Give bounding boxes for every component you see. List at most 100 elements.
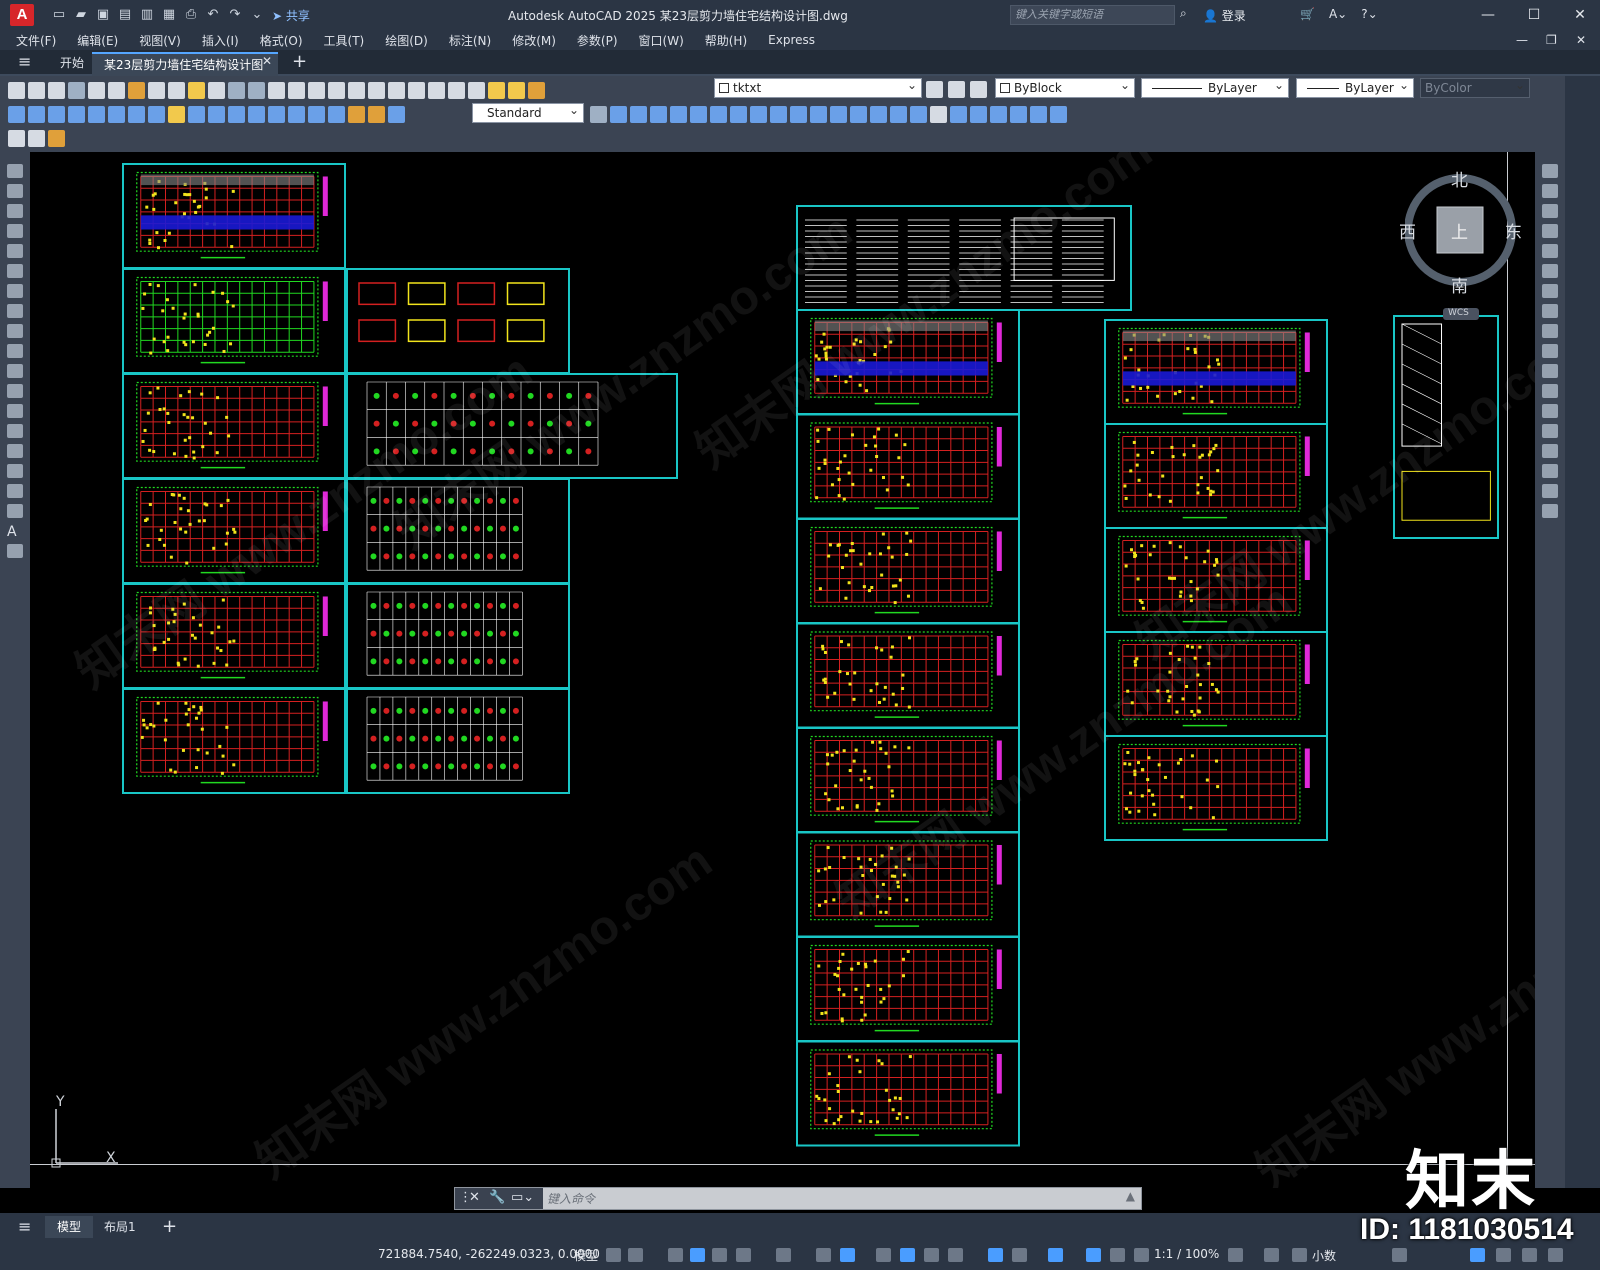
tab-model[interactable]: 模型 (45, 1216, 94, 1238)
search-input[interactable]: 键入关键字或短语 (1010, 5, 1175, 25)
command-customize-icon[interactable]: 🔧 (489, 1190, 505, 1205)
baseline-icon[interactable] (188, 105, 205, 123)
viewcube-wcs[interactable]: WCS (1448, 308, 1469, 318)
coordinates-readout[interactable]: 721884.7540, -262249.0323, 0.0000 (378, 1247, 600, 1261)
arc-length-icon[interactable] (48, 105, 65, 123)
workspace-switch-icon[interactable] (1228, 1248, 1243, 1262)
cart-icon[interactable]: 🛒 (1300, 7, 1315, 21)
zoom-realtime-icon[interactable] (288, 81, 305, 99)
chamfer-icon[interactable] (870, 105, 887, 123)
new-icon[interactable] (8, 81, 25, 99)
help-toolbar-icon[interactable] (448, 81, 465, 99)
polygon-icon[interactable] (7, 224, 23, 238)
inspection-icon[interactable] (308, 105, 325, 123)
side-mirror-icon[interactable] (1542, 204, 1558, 218)
viewcube-west[interactable]: 西 (1399, 218, 1416, 243)
isodraft-icon[interactable] (776, 1248, 791, 1262)
menu-dimension[interactable]: 标注(N) (449, 32, 491, 49)
insert-block-icon[interactable] (7, 384, 23, 398)
menu-file[interactable]: 文件(F) (16, 32, 56, 49)
rectangle-icon[interactable] (7, 244, 23, 258)
infer-constraints-icon[interactable] (668, 1248, 683, 1262)
edit-spline-icon[interactable] (1050, 105, 1067, 123)
spline-icon[interactable] (7, 324, 23, 338)
autodesk-app-icon[interactable]: A⌄ (1329, 7, 1347, 21)
annotation-scale-icon[interactable] (1134, 1248, 1149, 1262)
angular-icon[interactable] (148, 105, 165, 123)
match-properties-icon[interactable] (188, 81, 205, 99)
side-move-icon[interactable] (1542, 264, 1558, 278)
tab-document[interactable]: 某23层剪力墙住宅结构设计图* (92, 52, 278, 94)
side-join-icon[interactable] (1542, 424, 1558, 438)
undo-icon[interactable]: ↶ (204, 7, 222, 23)
continue-icon[interactable] (208, 105, 225, 123)
radius-icon[interactable] (88, 105, 105, 123)
paste-icon[interactable] (168, 81, 185, 99)
center-mark-icon[interactable] (288, 105, 305, 123)
redo-toolbar-icon[interactable] (248, 81, 265, 99)
trim-icon[interactable] (790, 105, 807, 123)
close-icon[interactable]: ✕ (1570, 5, 1590, 25)
side-extend-icon[interactable] (1542, 364, 1558, 378)
add-selected-icon[interactable] (7, 544, 23, 558)
layer-previous-icon[interactable] (948, 81, 965, 98)
doc-minimize-icon[interactable]: — (1516, 33, 1528, 47)
side-copy-icon[interactable] (1542, 184, 1558, 198)
fillet-icon[interactable] (890, 105, 907, 123)
open-web-icon[interactable]: ▥ (138, 7, 156, 23)
app-menu-button[interactable]: A (10, 4, 34, 26)
pan-icon[interactable] (268, 81, 285, 99)
menu-help[interactable]: 帮助(H) (705, 32, 747, 49)
save-as-icon[interactable]: ▤ (116, 7, 134, 23)
plot-toolbar-icon[interactable] (68, 81, 85, 99)
snap-icon[interactable] (628, 1248, 643, 1262)
plot-icon[interactable]: ⎙ (182, 7, 200, 23)
quick-properties-icon[interactable] (1392, 1248, 1407, 1262)
blend-icon[interactable] (970, 105, 987, 123)
side-erase-icon[interactable] (1542, 164, 1558, 178)
sheet-set-icon[interactable] (408, 81, 425, 99)
tab-layout1[interactable]: 布局1 (92, 1216, 148, 1238)
break-icon[interactable] (830, 105, 847, 123)
side-fillet-icon[interactable] (1542, 464, 1558, 478)
draw-order-icon[interactable] (930, 105, 947, 123)
stretch-icon[interactable] (770, 105, 787, 123)
menu-express[interactable]: Express (768, 33, 815, 47)
gradient-icon[interactable] (7, 464, 23, 478)
drawing-canvas[interactable]: 知末网 www.znzmo.com 知末网 www.znzmo.com 知末网 … (30, 152, 1535, 1188)
ordinate-icon[interactable] (68, 105, 85, 123)
region-icon[interactable] (7, 484, 23, 498)
3d-osnap-icon[interactable] (948, 1248, 963, 1262)
array-icon[interactable] (690, 105, 707, 123)
command-expand-icon[interactable]: ▲ (1126, 1189, 1135, 1203)
transparency-icon[interactable] (900, 1248, 915, 1262)
design-center-icon[interactable] (368, 81, 385, 99)
copy-icon[interactable] (148, 81, 165, 99)
mirror-icon[interactable] (650, 105, 667, 123)
point-icon[interactable] (7, 424, 23, 438)
construction-line-icon[interactable] (7, 184, 23, 198)
menu-parametric[interactable]: 参数(P) (577, 32, 618, 49)
layer-lock-icon[interactable] (528, 81, 545, 99)
menu-format[interactable]: 格式(O) (260, 32, 303, 49)
customize-dropdown-icon[interactable]: ⌄ (248, 7, 266, 23)
tolerance-icon[interactable] (268, 105, 285, 123)
search-icon[interactable]: ⌕ (1180, 6, 1196, 22)
publish-icon[interactable] (108, 81, 125, 99)
dimstyle-icon[interactable] (590, 105, 607, 123)
maximize-icon[interactable]: ☐ (1524, 5, 1544, 25)
gizmo-icon[interactable] (1048, 1248, 1063, 1262)
side-break-icon[interactable] (1542, 404, 1558, 418)
zoom-window-icon[interactable] (308, 81, 325, 99)
tab-start[interactable]: 开始 (48, 52, 96, 76)
add-layout-button[interactable]: + (150, 1216, 189, 1238)
tab-close-icon[interactable]: ✕ (262, 54, 272, 68)
layer-states-icon[interactable] (970, 81, 987, 98)
redo-icon[interactable]: ↷ (226, 7, 244, 23)
line-icon[interactable] (7, 164, 23, 178)
units-icon[interactable] (1292, 1248, 1307, 1262)
annotation-visibility-icon[interactable] (1086, 1248, 1101, 1262)
annotation-monitor-icon[interactable] (1264, 1248, 1279, 1262)
viewcube-south[interactable]: 南 (1451, 272, 1468, 297)
side-blend-icon[interactable] (1542, 484, 1558, 498)
